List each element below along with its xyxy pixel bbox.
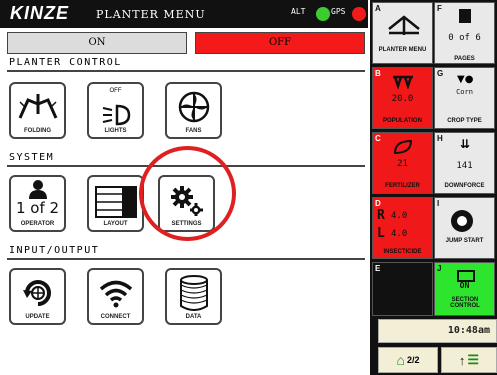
downforce-label: DOWNFORCE [444,183,485,189]
downforce-icon: ⇊ [460,137,471,151]
update-icon [11,274,64,312]
gps-status-indicator [352,7,366,21]
section-title-system: SYSTEM [9,152,55,163]
home-icon: ⌂ [396,352,405,368]
insecticide-r-value: 4.0 [391,211,408,221]
planter-menu-label: PLANTER MENU [378,47,427,53]
section-title-planter-control: PLANTER CONTROL [9,57,122,68]
cell-letter: I [437,199,440,208]
fertilizer-value: 21 [397,159,408,169]
fertilizer-label: FERTILIZER [385,183,420,189]
lights-button[interactable]: OFF LIGHTS [87,82,144,139]
fertilizer-icon [393,139,413,159]
fans-button[interactable]: FANS [165,82,222,139]
connect-button[interactable]: CONNECT [87,268,144,325]
gps-label: GPS [331,7,346,16]
cell-letter: A [375,4,381,13]
fan-icon [167,88,220,126]
downforce-value: 141 [456,161,473,171]
empty-button-e[interactable]: E [372,262,433,316]
update-label: UPDATE [25,314,50,320]
population-button[interactable]: B 20.0 POPULATION [372,67,433,129]
update-button[interactable]: UPDATE [9,268,66,325]
page-icon [459,9,471,23]
operator-value: 1 of 2 [15,199,60,217]
home-page-button[interactable]: ⌂ 2/2 [378,347,438,373]
folding-icon [11,88,64,126]
cell-letter: J [437,264,442,273]
folding-button[interactable]: FOLDING [9,82,66,139]
page-title: PLANTER MENU [96,8,206,21]
layout-icon [89,183,142,221]
alt-label: ALT [291,7,306,16]
jump-start-icon [449,208,475,238]
planter-icon [387,15,421,47]
page-counter: 2/2 [406,355,420,365]
divider [7,70,365,72]
population-label: POPULATION [383,118,422,124]
pages-button[interactable]: F 0 of 6 PAGES [434,2,495,64]
divider [7,258,365,260]
alt-status-indicator [316,7,330,21]
section-control-button[interactable]: J ON SECTION CONTROL [434,262,495,316]
highlight-circle [139,146,236,241]
database-icon [167,274,220,312]
data-button[interactable]: DATA [165,268,222,325]
data-label: DATA [185,314,202,320]
layout-label: LAYOUT [103,221,128,227]
section-control-label: SECTION CONTROL [450,297,480,309]
lights-label: LIGHTS [104,128,127,134]
cell-letter: F [437,4,442,13]
seed-icon [391,74,415,93]
cell-letter: D [375,199,381,208]
fans-label: FANS [185,128,202,134]
population-value: 20.0 [391,94,414,104]
insecticide-label: INSECTICIDE [383,249,422,255]
crop-type-button[interactable]: G ▼● Corn CROP TYPE [434,67,495,129]
operator-button[interactable]: 1 of 2 OPERATOR [9,175,66,232]
cell-letter: C [375,134,381,143]
crop-type-value: Corn [456,88,473,96]
pages-value: 0 of 6 [448,33,481,43]
on-button[interactable]: ON [7,32,187,54]
cell-letter: B [375,69,381,78]
person-icon [11,179,64,199]
planter-menu-button[interactable]: A PLANTER MENU [372,2,433,64]
layout-button[interactable]: LAYOUT [87,175,144,232]
cell-letter: G [437,69,444,78]
kinze-logo: KINZE [10,3,69,23]
downforce-button[interactable]: H ⇊ 141 DOWNFORCE [434,132,495,194]
seed-icon: ▼● [457,74,474,85]
cell-letter: H [437,134,443,143]
insecticide-r-indicator: R [377,208,385,223]
clock: 10:48am [378,319,497,343]
folding-label: FOLDING [24,128,51,134]
insecticide-button[interactable]: D R 4.0 L 4.0 INSECTICIDE [372,197,433,259]
section-control-value: ON [459,281,470,290]
crop-type-label: CROP TYPE [447,118,482,124]
off-button[interactable]: OFF [195,32,365,54]
jump-start-label: JUMP START [445,238,484,244]
up-arrow-button[interactable]: ↑ ☰ [441,347,497,373]
wifi-icon [89,274,142,312]
up-arrow-icon: ↑ [458,352,466,368]
pages-label: PAGES [454,56,475,62]
jump-start-button[interactable]: I JUMP START [434,197,495,259]
insecticide-l-indicator: L [377,226,385,241]
section-title-input-output: INPUT/OUTPUT [9,245,100,256]
operator-label: OPERATOR [20,221,55,227]
lights-state: OFF [109,88,122,94]
cell-letter: E [375,264,381,273]
connect-label: CONNECT [100,314,131,320]
menu-grid-icon: ☰ [467,352,480,367]
fertilizer-button[interactable]: C 21 FERTILIZER [372,132,433,194]
insecticide-l-value: 4.0 [391,229,408,239]
title-bar: KINZE PLANTER MENU ALT GPS [0,0,368,28]
